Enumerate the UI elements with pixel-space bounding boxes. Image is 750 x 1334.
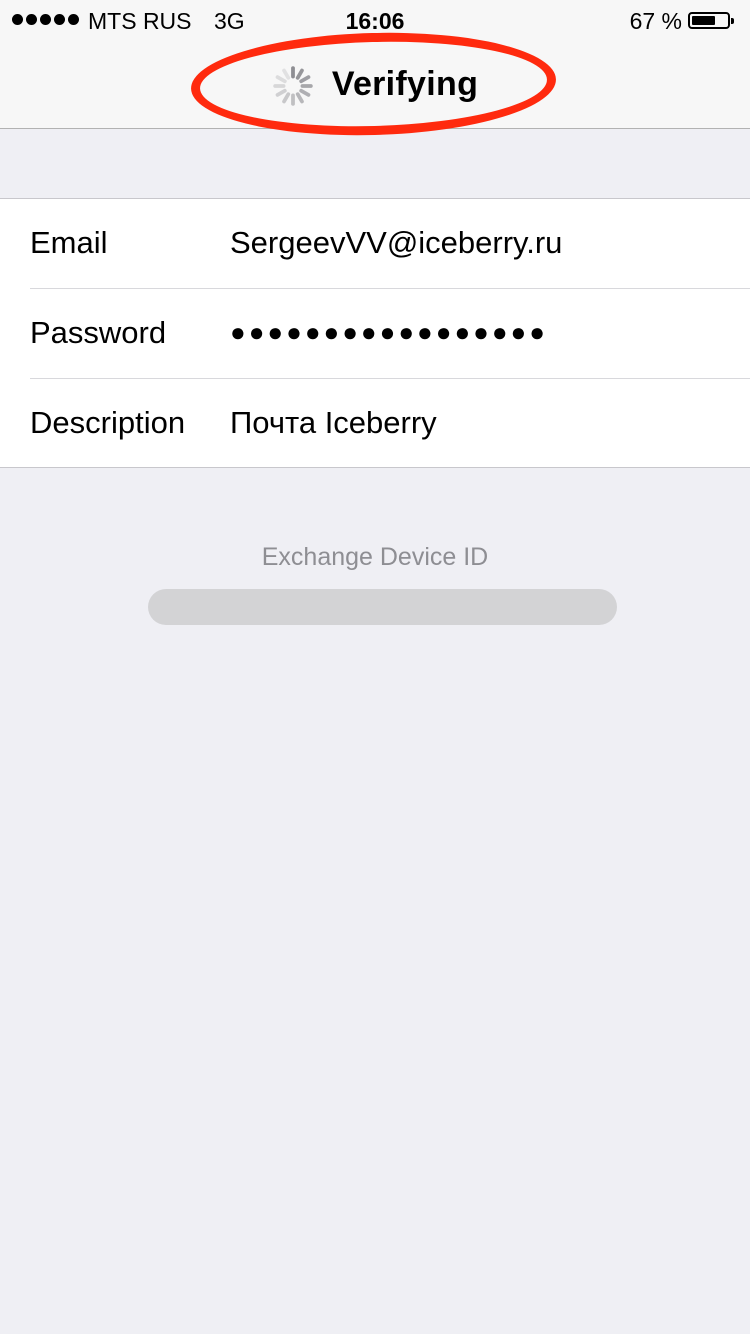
password-label: Password (30, 315, 167, 350)
description-field[interactable]: Почта Iceberry (230, 405, 437, 441)
battery-percent: 67 % (629, 8, 682, 34)
password-field[interactable]: ●●●●●●●●●●●●●●●●● (230, 317, 548, 348)
account-form: Email SergeevVV@iceberry.ru Password ●●●… (0, 198, 750, 468)
password-row[interactable]: Password ●●●●●●●●●●●●●●●●● (0, 289, 750, 379)
exchange-device-id-label: Exchange Device ID (261, 543, 489, 571)
description-label: Description (30, 405, 186, 440)
description-row[interactable]: Description Почта Iceberry (0, 379, 750, 469)
exchange-device-id-redacted (148, 589, 617, 625)
email-row[interactable]: Email SergeevVV@iceberry.ru (0, 199, 750, 289)
email-field[interactable]: SergeevVV@iceberry.ru (230, 225, 562, 261)
header: MTS RUS 3G 16:06 67 % Verifying (0, 0, 750, 140)
battery-icon (688, 12, 734, 29)
email-label: Email (30, 225, 108, 260)
